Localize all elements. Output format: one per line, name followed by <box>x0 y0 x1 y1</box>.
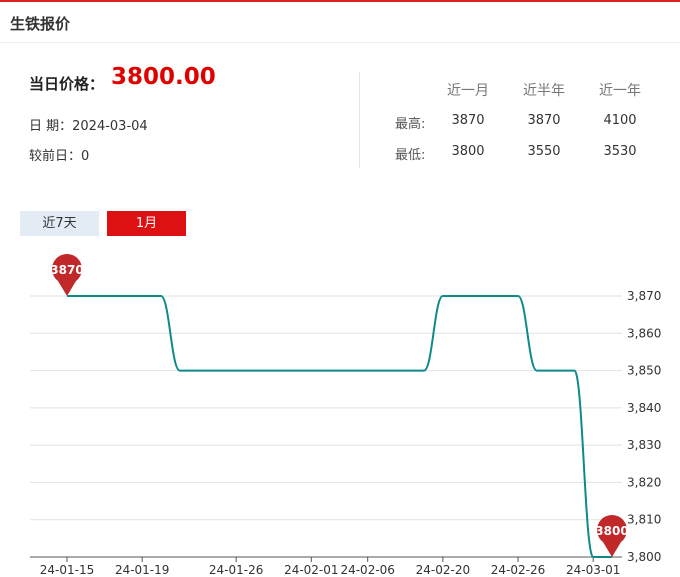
stats-col-year: 近一年 <box>599 83 641 99</box>
y-tick-label: 3,870 <box>627 289 661 303</box>
stats-high-month: 3870 <box>451 113 485 128</box>
price-date: 日 期：2024-03-04 <box>29 119 148 134</box>
stats-low-year: 3530 <box>603 144 637 159</box>
price-label: 当日价格： <box>29 75 105 93</box>
x-tick-label: 24-02-06 <box>340 563 394 577</box>
stats-low-month: 3800 <box>451 144 485 159</box>
y-tick-label: 3,860 <box>627 326 661 340</box>
price-line-chart: 3,800 3,810 3,820 3,830 3,840 3,850 3,860 3,870… <box>30 254 661 577</box>
y-tick-label: 3,810 <box>627 513 661 527</box>
x-tick-label: 24-01-15 <box>40 563 94 577</box>
tab-1-month[interactable]: 1月 <box>107 211 186 236</box>
stats-divider <box>359 72 360 168</box>
y-tick-label: 3,800 <box>627 550 661 564</box>
x-tick-label: 24-02-20 <box>416 563 470 577</box>
x-tick-label: 24-03-01 <box>566 563 620 577</box>
panel-title: 生铁报价 <box>10 15 71 33</box>
price-change: 较前日：0 <box>29 149 90 164</box>
stats-col-half-year: 近半年 <box>523 83 565 99</box>
stats-row-low-label: 最低: <box>395 148 426 163</box>
stats-low-half-year: 3550 <box>527 144 561 159</box>
tab-7-days[interactable]: 近7天 <box>20 211 99 236</box>
stats-high-year: 4100 <box>603 113 637 128</box>
y-tick-label: 3,840 <box>627 401 661 415</box>
stats-row-high-label: 最高: <box>395 117 426 132</box>
y-tick-label: 3,820 <box>627 475 661 489</box>
y-tick-label: 3,830 <box>627 438 661 452</box>
x-tick-label: 24-01-26 <box>209 563 263 577</box>
price-line-series <box>67 295 612 558</box>
stats-high-half-year: 3870 <box>527 113 561 128</box>
stats-col-month: 近一月 <box>447 83 489 99</box>
x-tick-label: 24-02-26 <box>491 563 545 577</box>
x-tick-label: 24-01-19 <box>115 563 169 577</box>
price-pin-label: 3870 <box>50 263 83 277</box>
price-value: 3800.00 <box>111 64 216 90</box>
y-tick-label: 3,850 <box>627 364 661 378</box>
x-tick-label: 24-02-01 <box>284 563 338 577</box>
price-pin-label: 3800 <box>595 524 628 538</box>
panel-header: 生铁报价 <box>0 2 680 43</box>
